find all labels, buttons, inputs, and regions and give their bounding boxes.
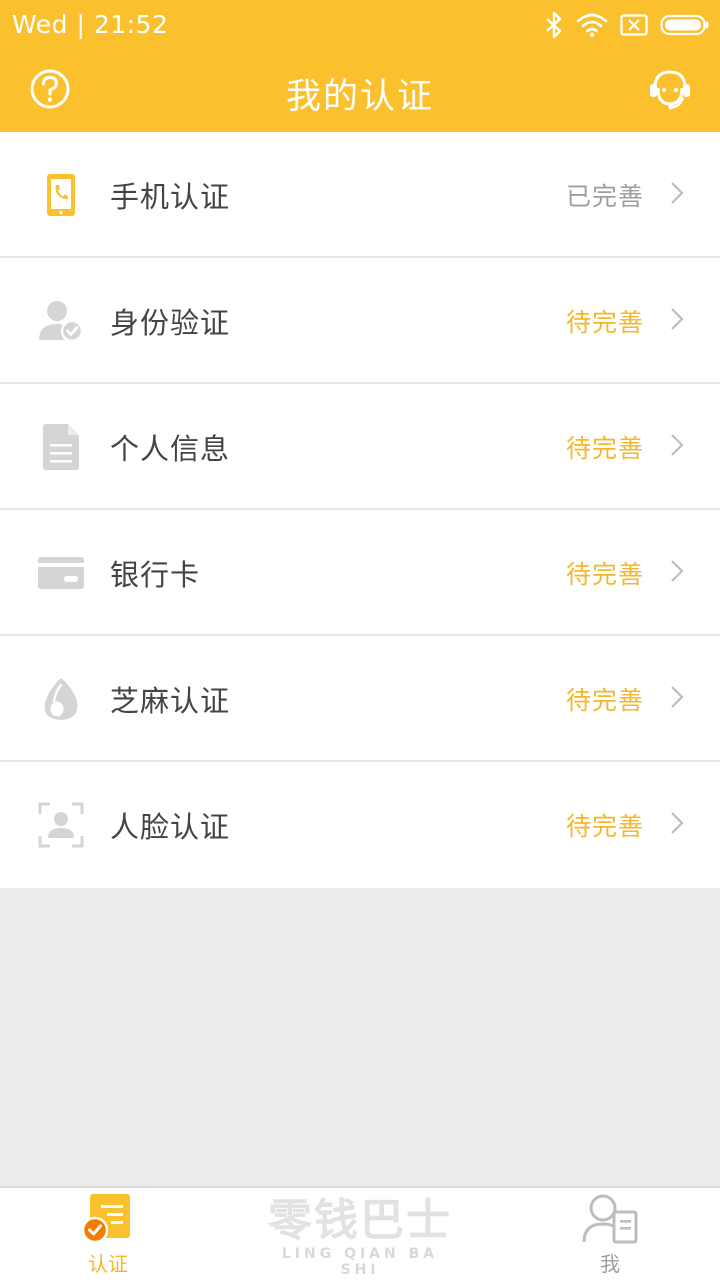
chevron-right-icon bbox=[671, 560, 684, 582]
list-item-status: 待完善 bbox=[565, 308, 644, 337]
list-item-phone[interactable]: 手机认证 已完善 bbox=[0, 132, 720, 258]
list-item-label: 银行卡 bbox=[110, 558, 201, 592]
status-time: Wed | 21:52 bbox=[12, 10, 169, 39]
status-icons bbox=[544, 8, 710, 42]
brand-logo: 零钱巴士 LING QIAN BA SHI bbox=[260, 1195, 460, 1279]
auth-tab-icon bbox=[81, 1194, 130, 1244]
sesame-icon bbox=[36, 674, 86, 724]
list-item-sesame[interactable]: 芝麻认证 待完善 bbox=[0, 636, 720, 762]
tab-auth[interactable]: 认证 bbox=[58, 1192, 158, 1278]
document-icon bbox=[36, 422, 86, 472]
battery-icon bbox=[660, 14, 709, 36]
list-item-status: 待完善 bbox=[565, 812, 644, 841]
chevron-right-icon bbox=[671, 812, 684, 834]
list-item-label: 手机认证 bbox=[110, 180, 231, 214]
chevron-right-icon bbox=[671, 434, 684, 456]
tab-me-label: 我 bbox=[600, 1252, 620, 1276]
list-item-status: 待完善 bbox=[565, 686, 644, 715]
bottom-tab-bar: 认证 零钱巴士 LING QIAN BA SHI 我 bbox=[0, 1186, 720, 1280]
face-scan-icon bbox=[36, 800, 86, 850]
tab-auth-label: 认证 bbox=[88, 1252, 128, 1276]
brand-name: 零钱巴士 bbox=[268, 1195, 452, 1246]
status-bar: Wed | 21:52 bbox=[0, 0, 720, 50]
list-item-status: 待完善 bbox=[565, 434, 644, 463]
chevron-right-icon bbox=[671, 182, 684, 204]
list-item-bank-card[interactable]: 银行卡 待完善 bbox=[0, 510, 720, 636]
list-item-label: 芝麻认证 bbox=[110, 684, 231, 718]
list-item-face[interactable]: 人脸认证 待完善 bbox=[0, 762, 720, 888]
phone-icon bbox=[36, 170, 86, 220]
list-item-status: 待完善 bbox=[565, 560, 644, 589]
no-sim-icon bbox=[620, 14, 648, 36]
customer-service-button[interactable] bbox=[646, 66, 694, 112]
wifi-icon bbox=[576, 13, 608, 38]
header: Wed | 21:52 我的认证 bbox=[0, 0, 720, 132]
chevron-right-icon bbox=[671, 686, 684, 708]
brand-subtitle: LING QIAN BA SHI bbox=[281, 1246, 439, 1278]
profile-card-icon bbox=[582, 1194, 638, 1244]
list-item-personal-info[interactable]: 个人信息 待完善 bbox=[0, 384, 720, 510]
page-title: 我的认证 bbox=[285, 77, 434, 117]
bluetooth-icon bbox=[546, 11, 562, 39]
tab-me[interactable]: 我 bbox=[560, 1192, 660, 1278]
list-item-label: 身份验证 bbox=[110, 306, 231, 340]
list-item-identity[interactable]: 身份验证 待完善 bbox=[0, 258, 720, 384]
list-item-label: 人脸认证 bbox=[110, 810, 231, 844]
headset-icon bbox=[650, 70, 690, 110]
list-item-label: 个人信息 bbox=[110, 432, 231, 466]
list-item-status: 已完善 bbox=[565, 182, 644, 211]
user-check-icon bbox=[36, 296, 86, 346]
title-bar: 我的认证 bbox=[0, 50, 720, 132]
chevron-right-icon bbox=[671, 308, 684, 330]
verification-list: 手机认证 已完善 身份验证 待完善 个人信息 待完善 银行卡 待完善 芝麻认证 … bbox=[0, 132, 720, 888]
bank-card-icon bbox=[36, 548, 86, 598]
